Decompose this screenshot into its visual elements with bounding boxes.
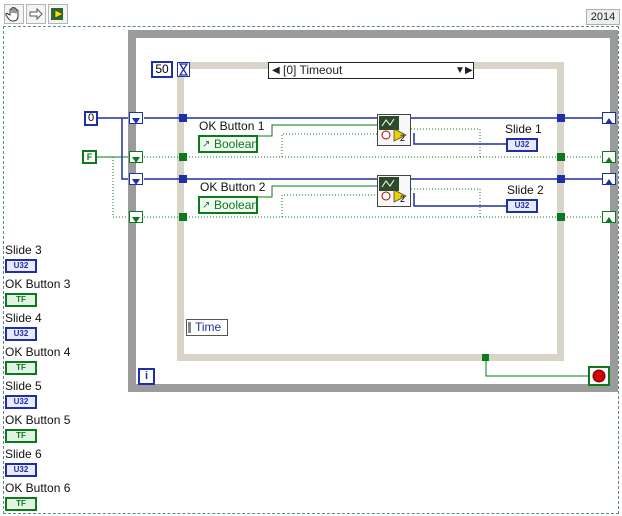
wire-stop bbox=[485, 357, 588, 377]
ok-button-2-type: Boolean bbox=[214, 198, 259, 212]
u32-type-label: U32 bbox=[514, 140, 530, 149]
wire-row1-to-subvi bbox=[281, 133, 384, 157]
u32-type-label: U32 bbox=[13, 465, 29, 474]
subvi-icon bbox=[379, 177, 407, 203]
tf-type-label: TF bbox=[16, 431, 26, 440]
tf-type-label: TF bbox=[16, 363, 26, 372]
tf-type-label: TF bbox=[16, 499, 26, 508]
slide-2-label: Slide 2 bbox=[507, 183, 544, 197]
shift-register-right-4[interactable] bbox=[602, 211, 616, 223]
tunnel-left-3 bbox=[179, 175, 187, 183]
register-up-arrow-icon bbox=[605, 179, 613, 185]
ok-button-1-type: Boolean bbox=[214, 137, 259, 151]
ok-button-2-terminal[interactable]: ↗ Boolean bbox=[198, 196, 258, 214]
u32-type-label: U32 bbox=[514, 201, 530, 210]
slide-6-terminal[interactable]: U32 bbox=[5, 463, 37, 477]
ok-button-1-label: OK Button 1 bbox=[199, 119, 265, 133]
wire-layer bbox=[97, 117, 602, 377]
ok-button-3-terminal[interactable]: TF bbox=[5, 293, 37, 307]
register-down-arrow-icon bbox=[132, 179, 140, 185]
tunnel-left-1 bbox=[179, 114, 187, 122]
register-up-arrow-icon bbox=[605, 217, 613, 223]
tunnel-right-1 bbox=[557, 114, 565, 122]
tunnel-right-2 bbox=[557, 153, 565, 161]
tf-type-label: TF bbox=[16, 295, 26, 304]
shift-register-right-2[interactable] bbox=[602, 151, 616, 163]
shift-register-left-2[interactable] bbox=[129, 151, 143, 163]
time-label: Time bbox=[195, 320, 222, 334]
left-terminal-label: OK Button 4 bbox=[5, 345, 71, 359]
shift-register-left-1[interactable] bbox=[129, 112, 143, 124]
left-terminal-label: Slide 5 bbox=[5, 379, 42, 393]
tunnel-left-4 bbox=[179, 213, 187, 221]
slide-1-terminal[interactable]: U32 bbox=[506, 138, 538, 152]
shift-register-left-3[interactable] bbox=[129, 173, 143, 185]
wire-subvi1-out bbox=[408, 128, 481, 157]
boolean-false-constant[interactable]: F bbox=[82, 150, 97, 164]
slide-4-terminal[interactable]: U32 bbox=[5, 327, 37, 341]
ok-button-2-label: OK Button 2 bbox=[200, 180, 266, 194]
left-terminal-label: OK Button 5 bbox=[5, 413, 71, 427]
shift-register-right-1[interactable] bbox=[602, 112, 616, 124]
tunnel-stop bbox=[482, 354, 489, 361]
subvi-1[interactable]: 2 bbox=[377, 114, 411, 146]
boolean-wires bbox=[97, 124, 602, 377]
wire-subvi2-to-slide2 bbox=[413, 193, 506, 207]
ok-button-4-terminal[interactable]: TF bbox=[5, 361, 37, 375]
left-terminal-label: OK Button 6 bbox=[5, 481, 71, 495]
wire-false-branch bbox=[112, 157, 128, 218]
ok-button-5-terminal[interactable]: TF bbox=[5, 429, 37, 443]
time-event-data[interactable]: Time bbox=[186, 319, 228, 336]
u32-type-label: U32 bbox=[13, 397, 29, 406]
subvi-1-index: 2 bbox=[400, 133, 406, 143]
ok-button-6-terminal[interactable]: TF bbox=[5, 497, 37, 511]
left-terminal-label: Slide 3 bbox=[5, 243, 42, 257]
subvi-2-index: 2 bbox=[400, 194, 406, 204]
tunnel-right-4 bbox=[557, 213, 565, 221]
wire-subvi2-out bbox=[408, 188, 481, 217]
wire-row2-to-subvi bbox=[281, 194, 384, 217]
shift-register-right-3[interactable] bbox=[602, 173, 616, 185]
slide-3-terminal[interactable]: U32 bbox=[5, 259, 37, 273]
tunnel-left-2 bbox=[179, 153, 187, 161]
shift-register-left-4[interactable] bbox=[129, 211, 143, 223]
left-terminal-label: OK Button 3 bbox=[5, 277, 71, 291]
slide-2-terminal[interactable]: U32 bbox=[506, 199, 538, 213]
wire-zero-branch bbox=[121, 118, 128, 180]
register-up-arrow-icon bbox=[605, 157, 613, 163]
register-down-arrow-icon bbox=[132, 217, 140, 223]
slide-5-terminal[interactable]: U32 bbox=[5, 395, 37, 409]
left-terminal-label: Slide 6 bbox=[5, 447, 42, 461]
register-down-arrow-icon bbox=[132, 118, 140, 124]
u32-type-label: U32 bbox=[13, 261, 29, 270]
left-terminal-label: Slide 4 bbox=[5, 311, 42, 325]
u32-type-label: U32 bbox=[13, 329, 29, 338]
wire-subvi1-to-slide1 bbox=[413, 133, 506, 145]
event-data-node-handle bbox=[188, 322, 191, 333]
ok-button-1-terminal[interactable]: ↗ Boolean bbox=[198, 135, 258, 153]
slide-1-label: Slide 1 bbox=[505, 122, 542, 136]
boolean-terminal-icon: ↗ bbox=[202, 200, 211, 211]
wire-okbutton1-to-subvi bbox=[258, 124, 384, 137]
subvi-2[interactable]: 2 bbox=[377, 175, 411, 207]
numeric-zero-constant[interactable]: 0 bbox=[84, 111, 98, 126]
subvi-icon bbox=[379, 116, 407, 142]
register-down-arrow-icon bbox=[132, 157, 140, 163]
tunnel-right-3 bbox=[557, 175, 565, 183]
register-up-arrow-icon bbox=[605, 118, 613, 124]
boolean-terminal-icon: ↗ bbox=[202, 139, 211, 150]
